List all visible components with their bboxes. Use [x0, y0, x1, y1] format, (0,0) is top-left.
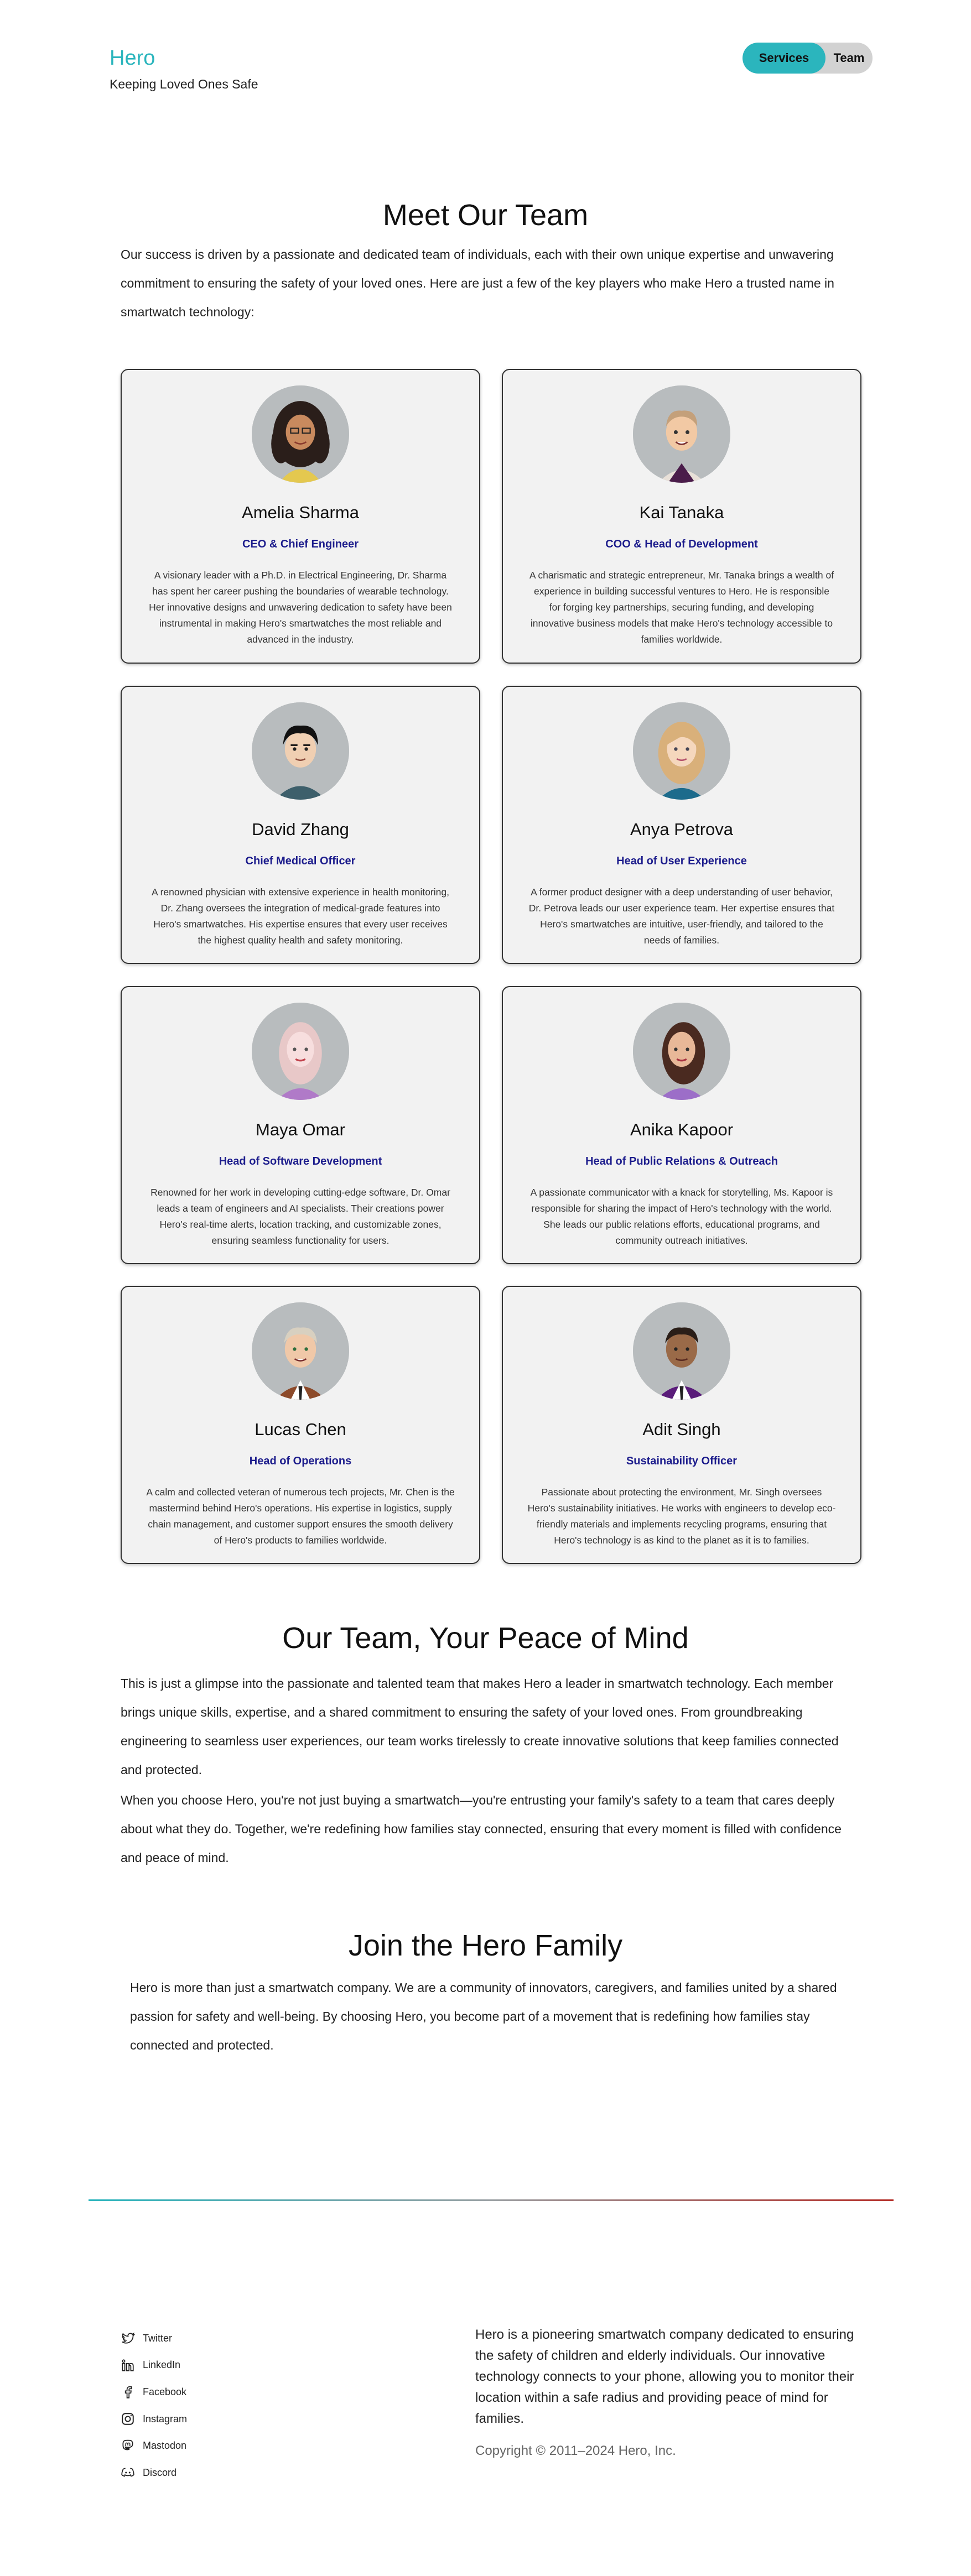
- team-card: Anika Kapoor Head of Public Relations & …: [502, 986, 861, 1264]
- team-card: Lucas Chen Head of Operations A calm and…: [121, 1286, 480, 1564]
- footer-divider: [89, 2199, 894, 2201]
- footer-copyright: Copyright © 2011–2024 Hero, Inc.: [475, 2443, 676, 2458]
- team-member-role: Sustainability Officer: [626, 1455, 738, 1467]
- team-member-role: Head of Operations: [249, 1455, 352, 1467]
- join-title: Join the Hero Family: [348, 1929, 623, 1962]
- team-card: David Zhang Chief Medical Officer A reno…: [121, 686, 480, 964]
- team-member-bio: A visionary leader with a Ph.D. in Elect…: [149, 570, 452, 645]
- nav-services-button[interactable]: Services: [742, 43, 825, 74]
- team-member-role: Head of Software Development: [219, 1155, 382, 1167]
- brand-name[interactable]: Hero: [110, 46, 258, 70]
- team-card: Amelia Sharma CEO & Chief Engineer A vis…: [121, 369, 480, 664]
- team-member-name: Lucas Chen: [255, 1420, 346, 1439]
- meet-title: Meet Our Team: [382, 199, 589, 232]
- team-member-bio: A passionate communicator with a knack f…: [530, 1187, 833, 1246]
- team-member-role: Head of Public Relations & Outreach: [585, 1155, 778, 1167]
- nav-team-button[interactable]: Team: [825, 43, 873, 74]
- avatar: [252, 702, 349, 800]
- peace-paragraph-2: When you choose Hero, you're not just bu…: [121, 1793, 842, 1865]
- team-member-name: Maya Omar: [256, 1120, 345, 1139]
- footer-about: Hero is a pioneering smartwatch company …: [475, 2327, 854, 2426]
- avatar: [252, 1003, 349, 1100]
- team-card: Anya Petrova Head of User Experience A f…: [502, 686, 861, 964]
- mastodon-icon: [122, 2439, 133, 2450]
- team-member-bio: Renowned for her work in developing cutt…: [150, 1187, 450, 1246]
- team-member-role: COO & Head of Development: [605, 538, 758, 550]
- social-link-mastodon[interactable]: Mastodon: [121, 2432, 187, 2459]
- team-member-role: Chief Medical Officer: [245, 855, 356, 867]
- team-member-role: CEO & Chief Engineer: [242, 538, 359, 550]
- join-paragraph: Hero is more than just a smartwatch comp…: [130, 1980, 837, 2052]
- team-card: Kai Tanaka COO & Head of Development A c…: [502, 369, 861, 664]
- linkedin-icon: [122, 2359, 134, 2371]
- social-label: LinkedIn: [143, 2359, 181, 2371]
- social-link-facebook[interactable]: Facebook: [121, 2379, 187, 2406]
- social-label: Mastodon: [143, 2440, 187, 2452]
- discord-icon: [121, 2468, 134, 2477]
- team-member-name: Anya Petrova: [630, 820, 734, 839]
- team-member-bio: A renowned physician with extensive expe…: [152, 887, 449, 946]
- team-member-name: Anika Kapoor: [630, 1120, 734, 1139]
- avatar: [252, 1302, 349, 1400]
- team-member-role: Head of User Experience: [616, 855, 747, 867]
- social-link-twitter[interactable]: Twitter: [121, 2325, 187, 2352]
- brand: Hero Keeping Loved Ones Safe: [110, 46, 258, 92]
- team-member-bio: A calm and collected veteran of numerous…: [146, 1487, 455, 1546]
- instagram-icon: [122, 2413, 134, 2425]
- facebook-icon: [124, 2386, 132, 2399]
- avatar: [633, 385, 730, 483]
- peace-paragraph-1: This is just a glimpse into the passiona…: [121, 1676, 839, 1777]
- social-label: Facebook: [143, 2386, 187, 2397]
- social-link-discord[interactable]: Discord: [121, 2459, 187, 2486]
- team-member-bio: A charismatic and strategic entrepreneur…: [529, 570, 834, 645]
- social-label: Instagram: [143, 2413, 188, 2424]
- nav-toggle: Services Team: [742, 43, 873, 74]
- social-link-instagram[interactable]: Instagram: [121, 2406, 187, 2433]
- social-label: Discord: [143, 2467, 177, 2478]
- team-member-name: Amelia Sharma: [242, 503, 359, 522]
- team-card: Adit Singh Sustainability Officer Passio…: [502, 1286, 861, 1564]
- peace-title: Our Team, Your Peace of Mind: [282, 1621, 689, 1655]
- team-member-name: Kai Tanaka: [639, 503, 724, 522]
- avatar: [633, 1302, 730, 1400]
- team-member-name: David Zhang: [252, 820, 349, 839]
- avatar: [252, 385, 349, 483]
- team-card: Maya Omar Head of Software Development R…: [121, 986, 480, 1264]
- meet-intro: Our success is driven by a passionate an…: [121, 247, 834, 319]
- social-link-linkedin[interactable]: LinkedIn: [121, 2352, 187, 2379]
- avatar: [633, 702, 730, 800]
- team-member-name: Adit Singh: [642, 1420, 721, 1439]
- twitter-icon: [122, 2332, 135, 2344]
- team-member-bio: A former product designer with a deep un…: [528, 887, 835, 946]
- brand-tagline: Keeping Loved Ones Safe: [110, 77, 258, 91]
- avatar: [633, 1003, 730, 1100]
- team-member-bio: Passionate about protecting the environm…: [527, 1487, 836, 1546]
- social-label: Twitter: [143, 2332, 173, 2344]
- social-links: Twitter LinkedIn Facebook Instagram Mast…: [121, 2325, 187, 2486]
